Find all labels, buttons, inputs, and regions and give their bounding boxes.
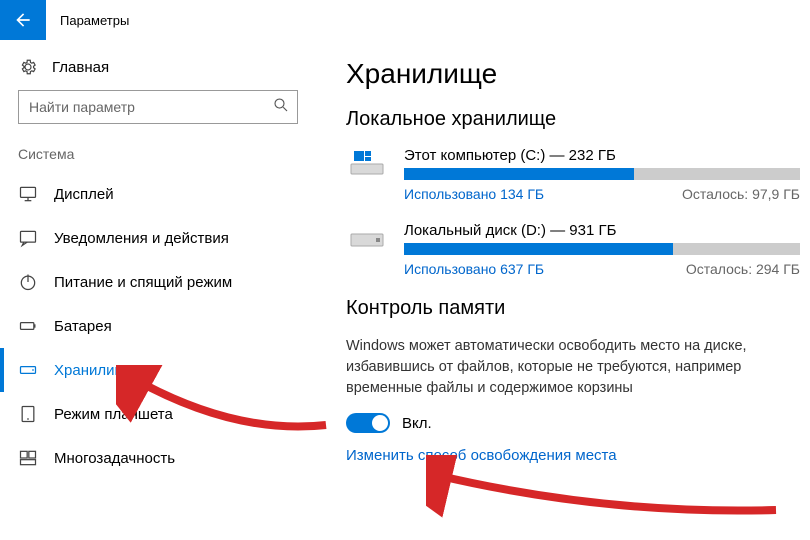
multitask-icon xyxy=(18,448,38,468)
page-title: Хранилище xyxy=(346,58,800,90)
sidebar-item-power[interactable]: Питание и спящий режим xyxy=(18,260,298,304)
local-storage-heading: Локальное хранилище xyxy=(346,108,800,131)
sidebar-item-tablet[interactable]: Режим планшета xyxy=(18,392,298,436)
hdd-icon xyxy=(346,222,388,254)
sidebar-item-label: Батарея xyxy=(54,318,112,335)
message-icon xyxy=(18,228,38,248)
usage-bar xyxy=(404,168,800,180)
sidebar-item-label: Многозадачность xyxy=(54,450,175,467)
sidebar-item-multitask[interactable]: Многозадачность xyxy=(18,436,298,480)
sidebar-home-label: Главная xyxy=(52,59,109,76)
back-button[interactable] xyxy=(0,0,46,40)
drive-d[interactable]: Локальный диск (D:) — 931 ГБ Использован… xyxy=(346,222,800,277)
drive-used-link[interactable]: Использовано 134 ГБ xyxy=(404,186,544,202)
search-box[interactable] xyxy=(18,90,298,124)
search-input[interactable] xyxy=(18,90,298,124)
power-icon xyxy=(18,272,38,292)
drive-icon xyxy=(18,360,38,380)
usage-bar xyxy=(404,243,800,255)
sidebar-item-label: Режим планшета xyxy=(54,406,173,423)
toggle-knob xyxy=(372,415,388,431)
gear-icon xyxy=(18,58,38,76)
annotation-arrow xyxy=(426,455,786,525)
change-cleanup-link[interactable]: Изменить способ освобождения места xyxy=(346,447,800,464)
storage-sense-toggle[interactable] xyxy=(346,413,390,433)
sidebar-item-label: Уведомления и действия xyxy=(54,230,229,247)
storage-sense-description: Windows может автоматически освободить м… xyxy=(346,336,786,399)
drive-free: Осталось: 97,9 ГБ xyxy=(682,186,800,202)
sidebar-item-notifications[interactable]: Уведомления и действия xyxy=(18,216,298,260)
toggle-state-label: Вкл. xyxy=(402,415,432,432)
windows-drive-icon xyxy=(346,147,388,179)
sidebar-home[interactable]: Главная xyxy=(18,52,298,90)
window-header: Параметры xyxy=(0,0,810,40)
sidebar-section-title: Система xyxy=(18,146,298,162)
drive-name: Этот компьютер (C:) — 232 ГБ xyxy=(404,147,800,164)
drive-free: Осталось: 294 ГБ xyxy=(686,261,800,277)
content: Хранилище Локальное хранилище Этот компь… xyxy=(316,40,810,540)
monitor-icon xyxy=(18,184,38,204)
sidebar-item-label: Питание и спящий режим xyxy=(54,274,232,291)
battery-icon xyxy=(18,316,38,336)
search-icon xyxy=(272,96,290,119)
sidebar-item-label: Дисплей xyxy=(54,186,114,203)
sidebar-item-battery[interactable]: Батарея xyxy=(18,304,298,348)
window-title: Параметры xyxy=(46,13,129,28)
drive-c[interactable]: Этот компьютер (C:) — 232 ГБ Использован… xyxy=(346,147,800,202)
sidebar: Главная Система Дисплей Уведомления и де… xyxy=(0,40,316,540)
sidebar-item-storage[interactable]: Хранилище xyxy=(18,348,298,392)
sidebar-item-label: Хранилище xyxy=(54,362,135,379)
usage-bar-fill xyxy=(404,168,634,180)
storage-sense-heading: Контроль памяти xyxy=(346,297,800,320)
usage-bar-fill xyxy=(404,243,673,255)
sidebar-item-display[interactable]: Дисплей xyxy=(18,172,298,216)
drive-name: Локальный диск (D:) — 931 ГБ xyxy=(404,222,800,239)
arrow-left-icon xyxy=(13,10,33,30)
drive-used-link[interactable]: Использовано 637 ГБ xyxy=(404,261,544,277)
tablet-icon xyxy=(18,404,38,424)
